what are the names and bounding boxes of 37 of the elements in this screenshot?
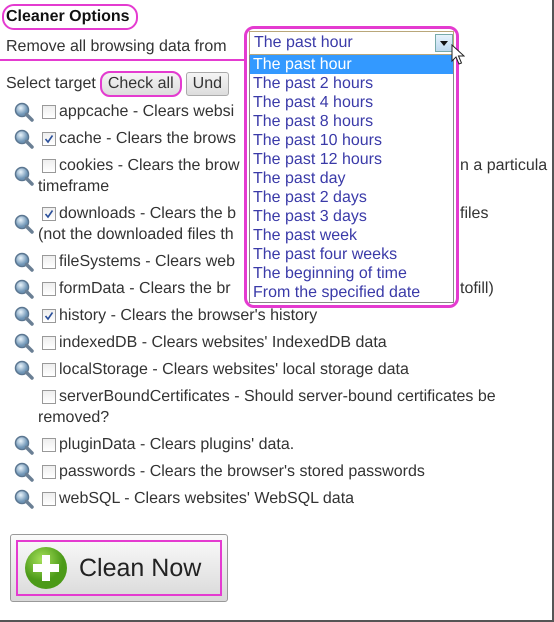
option-text: tofill): [460, 279, 494, 299]
dropdown-option[interactable]: The past week: [250, 226, 453, 245]
dropdown-option[interactable]: The past 8 hours: [250, 112, 453, 131]
option-text: cookies - Clears the brow: [59, 156, 240, 176]
option-text: cache - Clears the brows: [59, 129, 236, 149]
option-text: passwords - Clears the browser's stored passwords: [59, 462, 425, 482]
option-text: formData - Clears the br: [59, 279, 231, 299]
option-text: timeframe: [38, 177, 110, 197]
time-range-select[interactable]: The past hour: [249, 31, 454, 55]
option-text: removed?: [38, 408, 110, 428]
dropdown-option[interactable]: The past 12 hours: [250, 150, 453, 169]
target-button[interactable]: Check all: [100, 72, 181, 96]
option-text: serverBoundCertificates - Should server-bound certificates be: [59, 387, 496, 407]
option-text: (not the downloaded files th: [38, 225, 234, 245]
clean-now-button[interactable]: Clean Now: [10, 534, 228, 602]
dropdown-option[interactable]: The past four weeks: [250, 245, 453, 264]
option-text: downloads - Clears the b: [59, 204, 236, 224]
dropdown-option[interactable]: The past 4 hours: [250, 93, 453, 112]
dropdown-option[interactable]: From the specified date: [250, 283, 453, 302]
option-text: files: [460, 204, 488, 224]
option-text: n a particula: [460, 156, 548, 176]
dropdown-option[interactable]: The past 10 hours: [250, 131, 453, 150]
dropdown-option[interactable]: The past day: [250, 169, 453, 188]
dropdown-option[interactable]: The past 2 days: [250, 188, 453, 207]
option-text: indexedDB - Clears websites' IndexedDB data: [59, 333, 387, 353]
option-text: localStorage - Clears websites' local storage data: [59, 360, 409, 380]
dropdown-option[interactable]: The past 2 hours: [250, 74, 453, 93]
option-text: history - Clears the browser's history: [59, 306, 318, 326]
option-text: pluginData - Clears plugins' data.: [59, 435, 294, 455]
target-label: Select target: [6, 75, 96, 93]
option-text: appcache - Clears websi: [59, 102, 234, 122]
option-text: webSQL - Clears websites' WebSQL data: [59, 489, 354, 509]
option-text: fileSystems - Clears web: [59, 252, 236, 272]
target-button[interactable]: Und: [186, 72, 229, 96]
dropdown-option[interactable]: The beginning of time: [250, 264, 453, 283]
dropdown-option[interactable]: The past 3 days: [250, 207, 453, 226]
section-title: Cleaner Options: [2, 4, 138, 30]
